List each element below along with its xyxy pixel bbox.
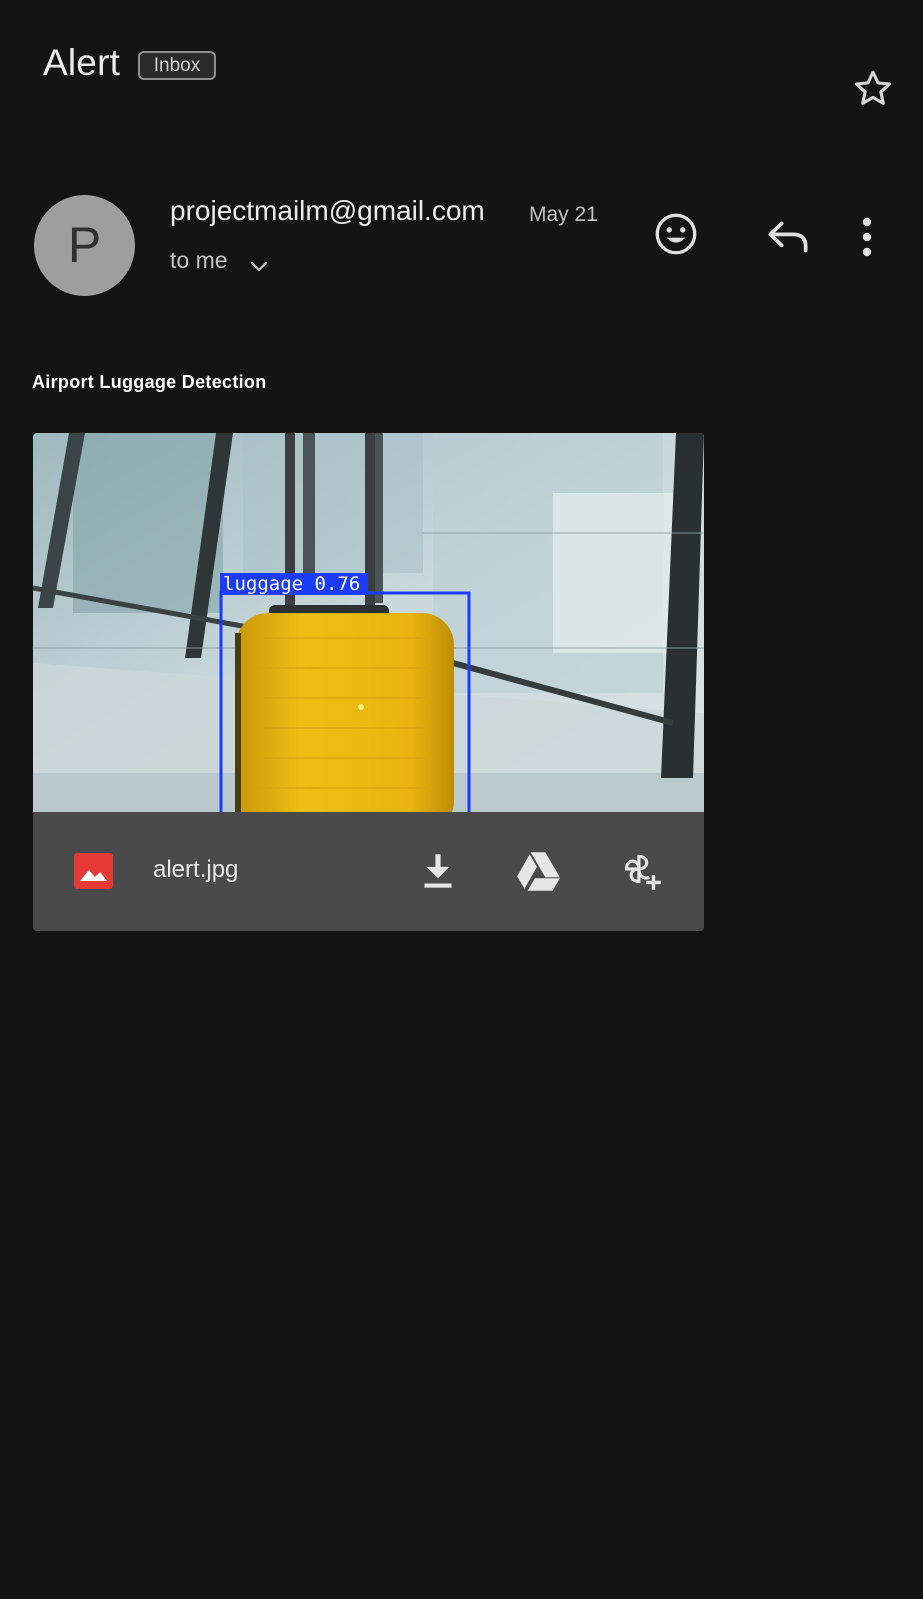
message-date: May 21 bbox=[529, 203, 598, 226]
add-to-photos-button[interactable] bbox=[616, 846, 666, 896]
image-file-icon bbox=[74, 853, 113, 889]
more-options-button[interactable] bbox=[852, 212, 882, 262]
reply-button[interactable] bbox=[764, 212, 814, 262]
attachment-preview-image[interactable]: luggage 0.76 bbox=[33, 433, 704, 812]
sender-email[interactable]: projectmailm@gmail.com bbox=[170, 195, 485, 227]
recipient-summary[interactable]: to me bbox=[170, 247, 228, 274]
download-button[interactable] bbox=[413, 846, 463, 896]
attachment-file-name[interactable]: alert.jpg bbox=[153, 856, 238, 884]
email-subject: Alert bbox=[43, 42, 121, 83]
attachment-card[interactable]: luggage 0.76 alert.jpg bbox=[33, 433, 704, 931]
reply-icon bbox=[768, 221, 808, 253]
emoji-react-button[interactable] bbox=[651, 209, 701, 259]
inbox-label-chip[interactable]: Inbox bbox=[138, 51, 216, 80]
download-icon bbox=[424, 854, 452, 888]
star-outline-icon bbox=[854, 70, 892, 105]
more-vert-icon bbox=[862, 217, 872, 257]
save-to-drive-button[interactable] bbox=[513, 846, 563, 896]
message-body-title: Airport Luggage Detection bbox=[32, 372, 267, 392]
drive-icon bbox=[517, 852, 560, 891]
attachment-footer: alert.jpg bbox=[33, 812, 704, 931]
add-to-photos-icon bbox=[624, 854, 661, 890]
emoji-react-icon bbox=[655, 213, 697, 255]
star-button[interactable] bbox=[850, 66, 896, 112]
chevron-down-icon[interactable] bbox=[247, 254, 271, 278]
detection-label: luggage 0.76 bbox=[223, 573, 360, 595]
sender-avatar[interactable]: P bbox=[34, 195, 135, 296]
